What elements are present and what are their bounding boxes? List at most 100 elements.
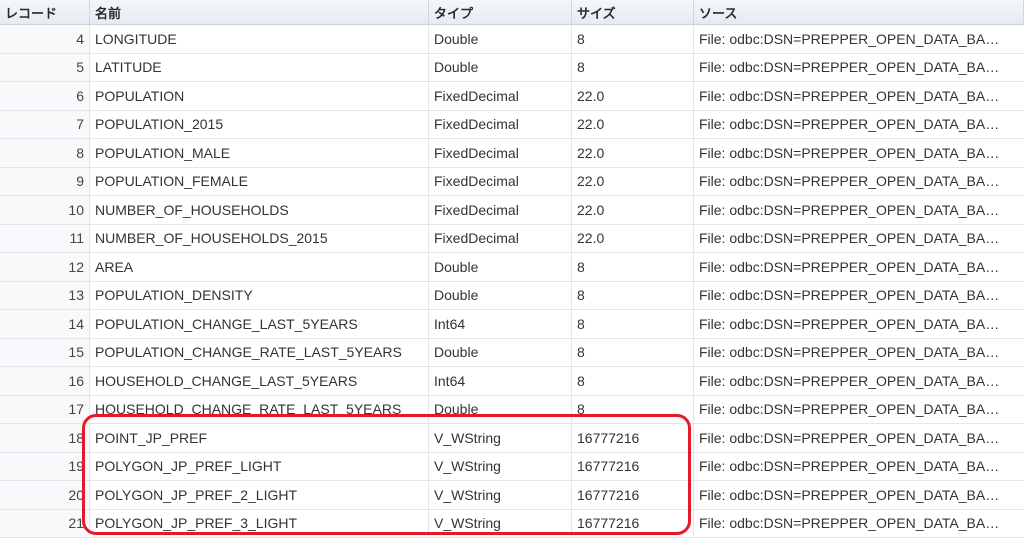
table-row[interactable]: 12 AREA Double 8 File: odbc:DSN=PREPPER_OPEN… — [0, 253, 1024, 282]
source-cell[interactable]: File: odbc:DSN=PREPPER_OPEN_DATA_BA… — [694, 253, 1024, 282]
size-cell[interactable]: 22.0 — [572, 196, 694, 225]
record-cell[interactable]: 17 — [0, 395, 90, 424]
column-header-size[interactable]: サイズ — [572, 0, 694, 24]
record-cell[interactable]: 9 — [0, 167, 90, 196]
source-cell[interactable]: File: odbc:DSN=PREPPER_OPEN_DATA_BA… — [694, 310, 1024, 339]
source-cell[interactable]: File: odbc:DSN=PREPPER_OPEN_DATA_BA… — [694, 510, 1024, 538]
type-cell[interactable]: V_WString — [429, 452, 572, 481]
source-cell[interactable]: File: odbc:DSN=PREPPER_OPEN_DATA_BA… — [694, 396, 1024, 424]
column-header-source[interactable]: ソース — [694, 0, 1024, 24]
source-cell[interactable]: File: odbc:DSN=PREPPER_OPEN_DATA_BA… — [694, 54, 1024, 82]
source-cell[interactable]: File: odbc:DSN=PREPPER_OPEN_DATA_BA… — [694, 82, 1024, 111]
table-row[interactable]: 19 POLYGON_JP_PREF_LIGHT V_WString 16777216… — [0, 452, 1024, 481]
record-cell[interactable]: 6 — [0, 82, 90, 111]
table-row[interactable]: 11 NUMBER_OF_HOUSEHOLDS_2015 FixedDecimal 2… — [0, 224, 1024, 253]
source-cell[interactable]: File: odbc:DSN=PREPPER_OPEN_DATA_BA… — [694, 111, 1024, 139]
record-cell[interactable]: 8 — [0, 139, 90, 168]
type-cell[interactable]: Int64 — [429, 310, 572, 339]
source-cell[interactable]: File: odbc:DSN=PREPPER_OPEN_DATA_BA… — [694, 282, 1024, 310]
name-cell[interactable]: POPULATION_CHANGE_RATE_LAST_5YEARS — [90, 338, 429, 367]
type-cell[interactable]: V_WString — [429, 481, 572, 510]
table-row[interactable]: 17 HOUSEHOLD_CHANGE_RATE_LAST_5YEARS Doubl… — [0, 395, 1024, 424]
record-cell[interactable]: 12 — [0, 253, 90, 282]
name-cell[interactable]: POPULATION_2015 — [90, 110, 429, 139]
column-header-type[interactable]: タイプ — [429, 0, 572, 24]
type-cell[interactable]: Double — [429, 25, 572, 54]
type-cell[interactable]: V_WString — [429, 424, 572, 453]
type-cell[interactable]: Double — [429, 281, 572, 310]
size-cell[interactable]: 8 — [572, 53, 694, 82]
name-cell[interactable]: POPULATION_DENSITY — [90, 281, 429, 310]
size-cell[interactable]: 8 — [572, 395, 694, 424]
table-row[interactable]: 18 POINT_JP_PREF V_WString 16777216 File: od… — [0, 424, 1024, 453]
table-row[interactable]: 4 LONGITUDE Double 8 File: odbc:DSN=PREPPER_… — [0, 25, 1024, 54]
source-cell[interactable]: File: odbc:DSN=PREPPER_OPEN_DATA_BA… — [694, 424, 1024, 453]
size-cell[interactable]: 8 — [572, 367, 694, 396]
record-cell[interactable]: 14 — [0, 310, 90, 339]
column-header-name[interactable]: 名前 — [90, 0, 429, 24]
record-cell[interactable]: 20 — [0, 481, 90, 510]
table-row[interactable]: 16 HOUSEHOLD_CHANGE_LAST_5YEARS Int64 8 File… — [0, 367, 1024, 396]
name-cell[interactable]: POLYGON_JP_PREF_3_LIGHT — [90, 509, 429, 538]
record-cell[interactable]: 15 — [0, 338, 90, 367]
type-cell[interactable]: Double — [429, 253, 572, 282]
name-cell[interactable]: POPULATION_FEMALE — [90, 167, 429, 196]
type-cell[interactable]: FixedDecimal — [429, 139, 572, 168]
table-row[interactable]: 7 POPULATION_2015 FixedDecimal 22.0 File: od… — [0, 110, 1024, 139]
record-cell[interactable]: 10 — [0, 196, 90, 225]
size-cell[interactable]: 8 — [572, 253, 694, 282]
record-cell[interactable]: 21 — [0, 509, 90, 538]
name-cell[interactable]: LONGITUDE — [90, 25, 429, 54]
record-cell[interactable]: 7 — [0, 110, 90, 139]
table-row[interactable]: 5 LATITUDE Double 8 File: odbc:DSN=PREPPER_O… — [0, 53, 1024, 82]
record-cell[interactable]: 5 — [0, 53, 90, 82]
type-cell[interactable]: Int64 — [429, 367, 572, 396]
size-cell[interactable]: 16777216 — [572, 509, 694, 538]
name-cell[interactable]: POPULATION — [90, 82, 429, 111]
name-cell[interactable]: NUMBER_OF_HOUSEHOLDS_2015 — [90, 224, 429, 253]
source-cell[interactable]: File: odbc:DSN=PREPPER_OPEN_DATA_BA… — [694, 367, 1024, 396]
size-cell[interactable]: 8 — [572, 281, 694, 310]
name-cell[interactable]: HOUSEHOLD_CHANGE_RATE_LAST_5YEARS — [90, 395, 429, 424]
source-cell[interactable]: File: odbc:DSN=PREPPER_OPEN_DATA_BA… — [694, 453, 1024, 481]
table-row[interactable]: 13 POPULATION_DENSITY Double 8 File: odbc:DS… — [0, 281, 1024, 310]
name-cell[interactable]: NUMBER_OF_HOUSEHOLDS — [90, 196, 429, 225]
name-cell[interactable]: POPULATION_CHANGE_LAST_5YEARS — [90, 310, 429, 339]
type-cell[interactable]: Double — [429, 53, 572, 82]
size-cell[interactable]: 8 — [572, 338, 694, 367]
name-cell[interactable]: POLYGON_JP_PREF_2_LIGHT — [90, 481, 429, 510]
column-header-record[interactable]: レコード — [0, 0, 90, 24]
table-row[interactable]: 8 POPULATION_MALE FixedDecimal 22.0 File: od… — [0, 139, 1024, 168]
type-cell[interactable]: Double — [429, 338, 572, 367]
table-row[interactable]: 14 POPULATION_CHANGE_LAST_5YEARS Int64 8 Fil… — [0, 310, 1024, 339]
type-cell[interactable]: FixedDecimal — [429, 167, 572, 196]
size-cell[interactable]: 22.0 — [572, 110, 694, 139]
type-cell[interactable]: FixedDecimal — [429, 110, 572, 139]
size-cell[interactable]: 8 — [572, 25, 694, 54]
record-cell[interactable]: 19 — [0, 452, 90, 481]
size-cell[interactable]: 16777216 — [572, 452, 694, 481]
type-cell[interactable]: Double — [429, 395, 572, 424]
size-cell[interactable]: 8 — [572, 310, 694, 339]
table-row[interactable]: 10 NUMBER_OF_HOUSEHOLDS FixedDecimal 22.0 Fi… — [0, 196, 1024, 225]
source-cell[interactable]: File: odbc:DSN=PREPPER_OPEN_DATA_BA… — [694, 225, 1024, 253]
name-cell[interactable]: POINT_JP_PREF — [90, 424, 429, 453]
record-cell[interactable]: 13 — [0, 281, 90, 310]
name-cell[interactable]: AREA — [90, 253, 429, 282]
table-row[interactable]: 6 POPULATION FixedDecimal 22.0 File: odbc:DS… — [0, 82, 1024, 111]
type-cell[interactable]: FixedDecimal — [429, 82, 572, 111]
source-cell[interactable]: File: odbc:DSN=PREPPER_OPEN_DATA_BA… — [694, 139, 1024, 168]
type-cell[interactable]: FixedDecimal — [429, 196, 572, 225]
size-cell[interactable]: 16777216 — [572, 481, 694, 510]
size-cell[interactable]: 22.0 — [572, 139, 694, 168]
size-cell[interactable]: 22.0 — [572, 167, 694, 196]
type-cell[interactable]: V_WString — [429, 509, 572, 538]
size-cell[interactable]: 16777216 — [572, 424, 694, 453]
table-row[interactable]: 20 POLYGON_JP_PREF_2_LIGHT V_WString 167772… — [0, 481, 1024, 510]
name-cell[interactable]: POPULATION_MALE — [90, 139, 429, 168]
source-cell[interactable]: File: odbc:DSN=PREPPER_OPEN_DATA_BA… — [694, 25, 1024, 54]
size-cell[interactable]: 22.0 — [572, 224, 694, 253]
source-cell[interactable]: File: odbc:DSN=PREPPER_OPEN_DATA_BA… — [694, 168, 1024, 196]
record-cell[interactable]: 11 — [0, 224, 90, 253]
source-cell[interactable]: File: odbc:DSN=PREPPER_OPEN_DATA_BA… — [694, 481, 1024, 510]
